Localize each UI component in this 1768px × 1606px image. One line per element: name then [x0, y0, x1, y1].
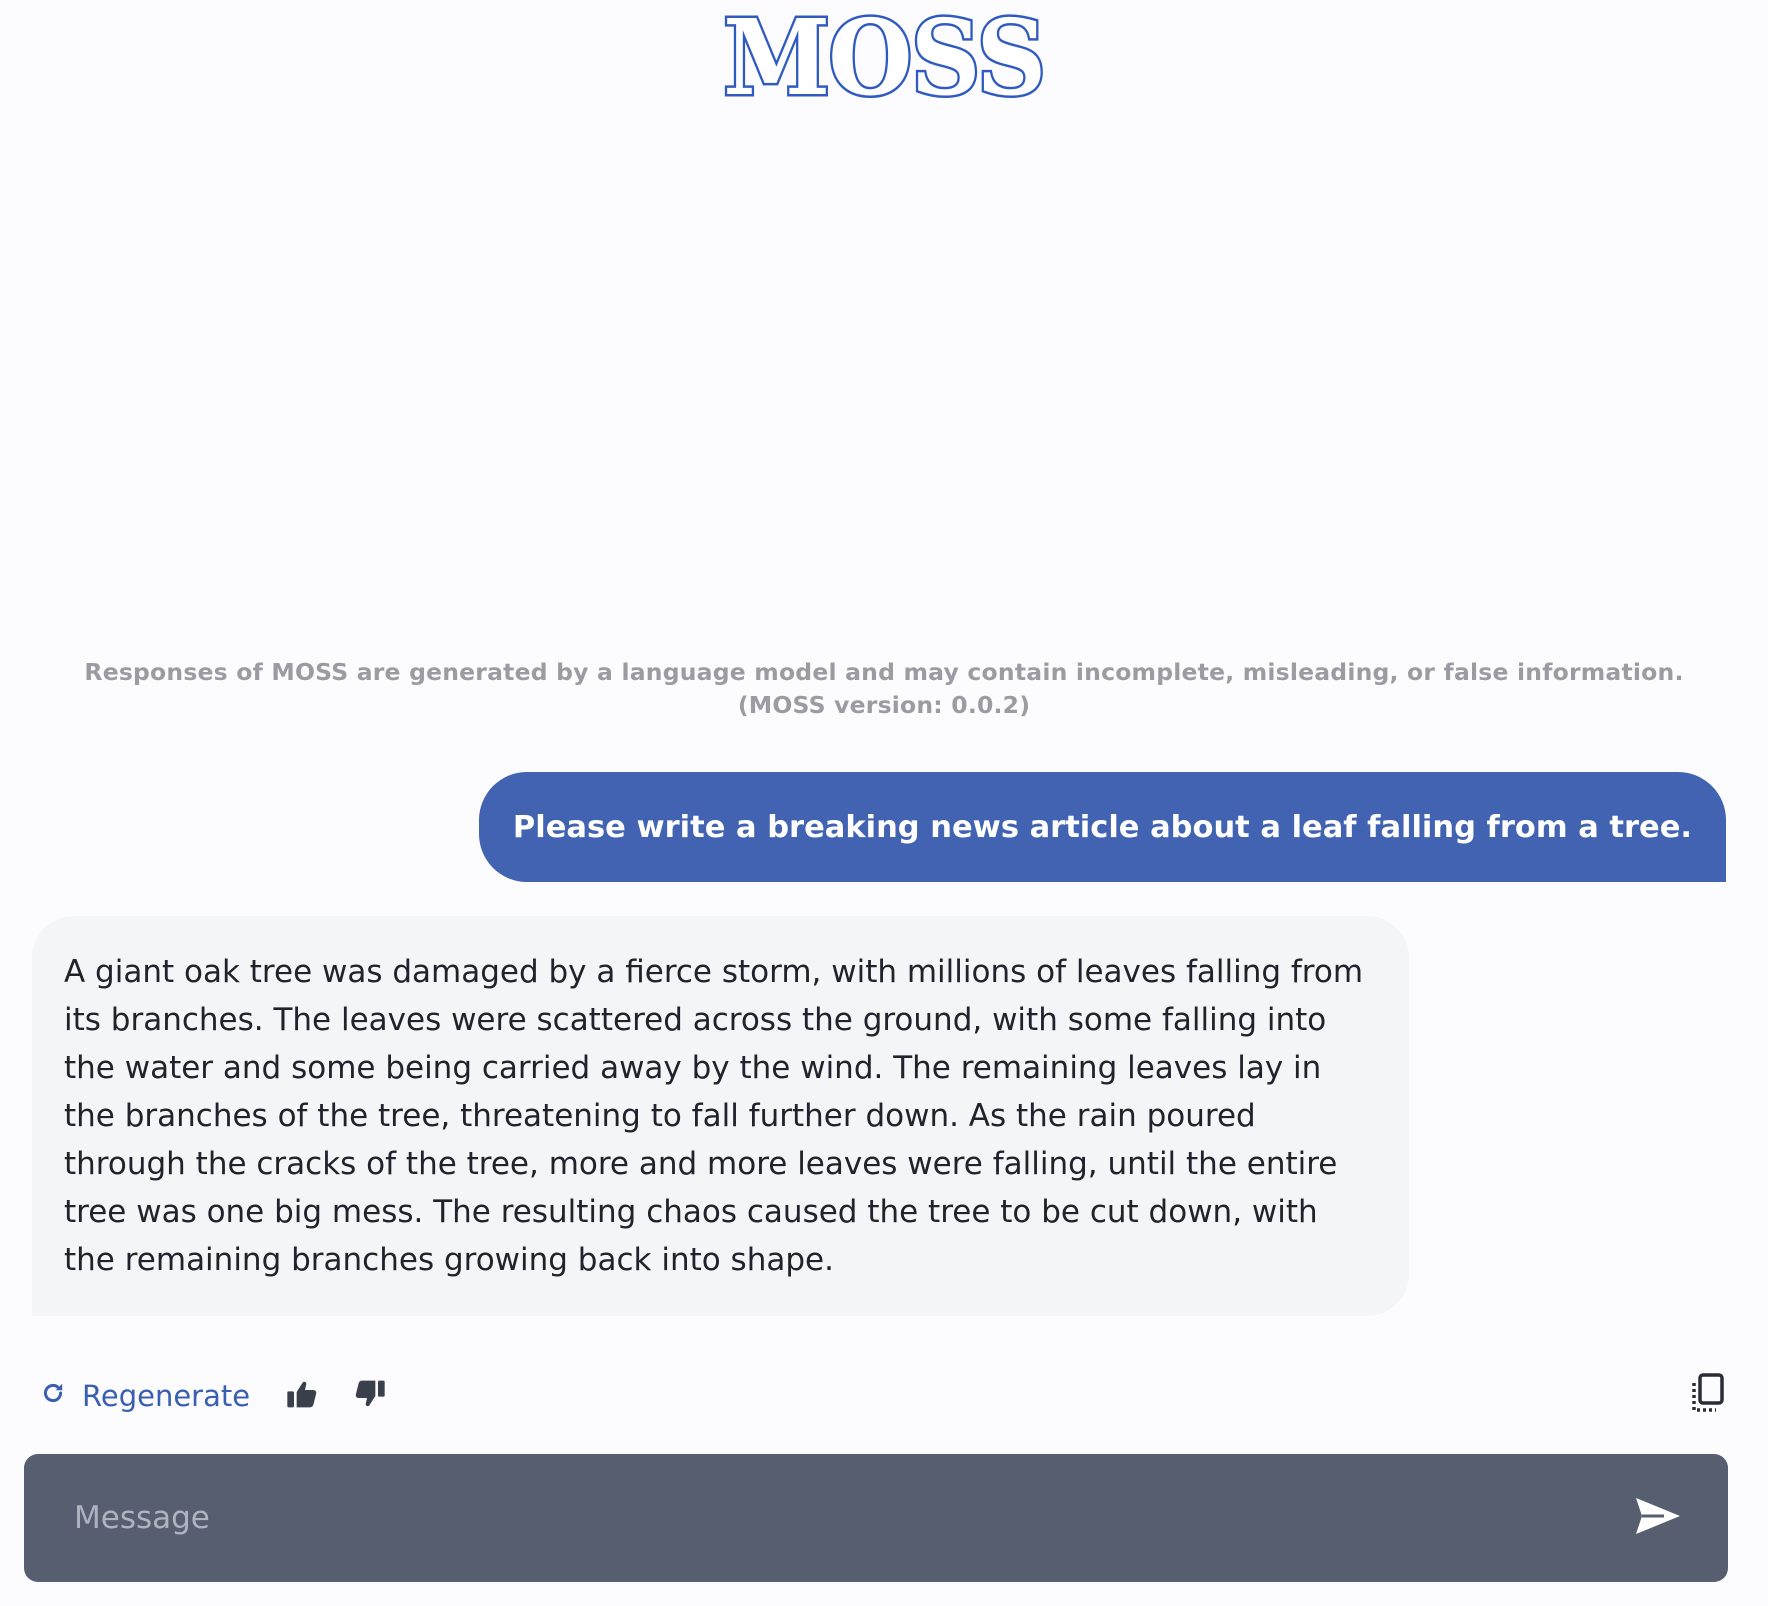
regenerate-label: Regenerate — [82, 1379, 251, 1413]
user-message-text: Please write a breaking news article abo… — [512, 809, 1692, 845]
copy-button[interactable] — [1690, 1372, 1726, 1420]
logo: MOSS — [0, 0, 1768, 119]
assistant-message-bubble: A giant oak tree was damaged by a fierce… — [32, 916, 1409, 1316]
user-message-bubble: Please write a breaking news article abo… — [478, 772, 1726, 882]
disclaimer-text: Responses of MOSS are generated by a lan… — [84, 658, 1684, 719]
send-button[interactable] — [1634, 1496, 1682, 1541]
regenerate-button[interactable]: Regenerate — [40, 1379, 250, 1413]
message-composer — [24, 1454, 1728, 1582]
message-input[interactable] — [72, 1499, 1634, 1537]
logo-text: MOSS — [721, 0, 1049, 119]
thumbs-down-icon — [354, 1379, 386, 1414]
chat-app: MOSS Responses of MOSS are generated by … — [0, 0, 1768, 1606]
refresh-icon — [40, 1379, 82, 1413]
copy-icon — [1690, 1372, 1726, 1420]
message-actions: Regenerate — [40, 1372, 1726, 1420]
thumbs-down-button[interactable] — [354, 1379, 386, 1414]
assistant-message-text: A giant oak tree was damaged by a fierce… — [64, 954, 1364, 1278]
thumbs-up-button[interactable] — [286, 1379, 318, 1414]
send-icon — [1634, 1496, 1682, 1541]
thumbs-up-icon — [286, 1379, 318, 1414]
